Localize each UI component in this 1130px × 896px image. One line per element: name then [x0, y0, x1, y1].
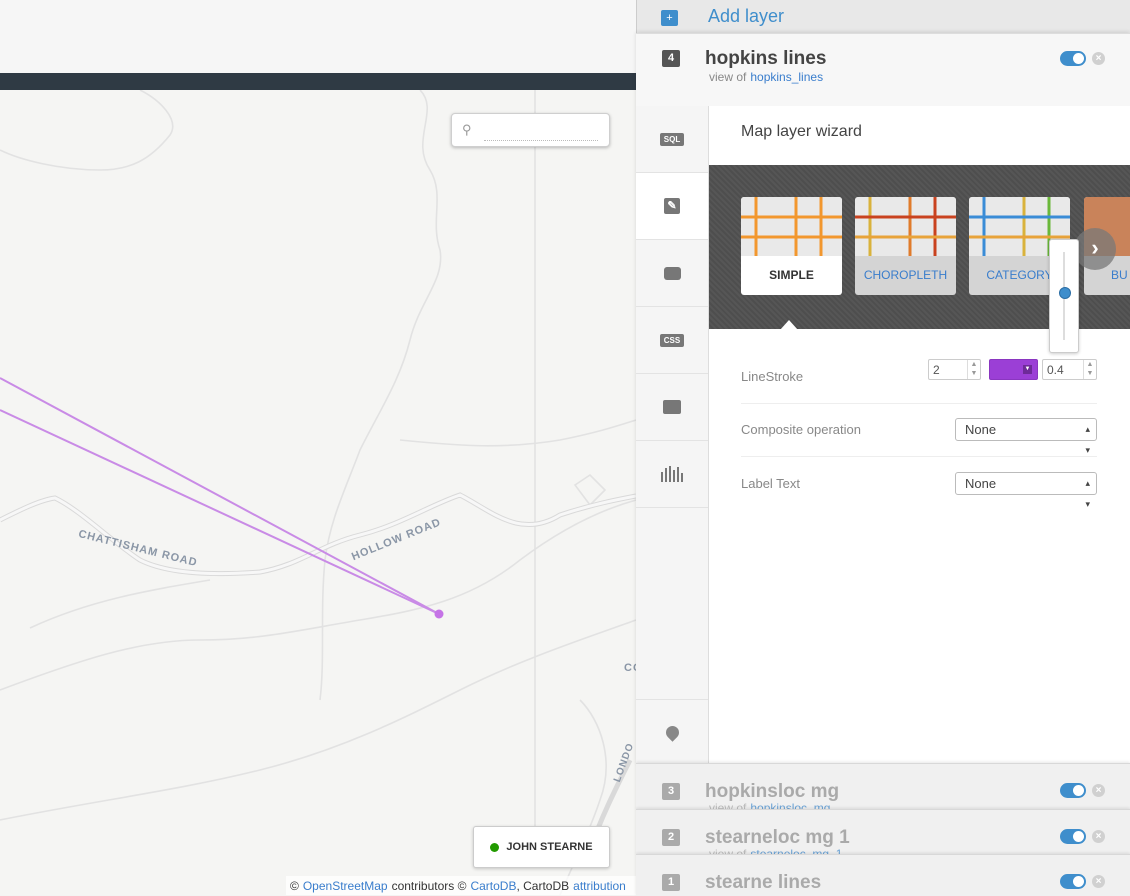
map-search-box[interactable]: ⚲ [451, 113, 610, 147]
map-legend: JOHN STEARNE [473, 826, 610, 868]
tool-add-annotation[interactable] [636, 699, 708, 764]
stroke-color-picker[interactable]: ▼ [989, 359, 1038, 380]
attribution-link[interactable]: attribution [573, 879, 626, 893]
attribution-cartodb-text: , CartoDB [516, 878, 570, 893]
choropleth-thumbnail [855, 197, 956, 256]
stroke-opacity-value: 0.4 [1047, 363, 1064, 377]
wizard-type-simple[interactable]: SIMPLE [741, 197, 842, 295]
route-line[interactable] [0, 377, 440, 615]
map-canvas[interactable]: CHATTISHAM ROAD HOLLOW ROAD LONDO CO [0, 90, 636, 895]
layer-card-1[interactable]: 1 stearne lines × [636, 854, 1130, 896]
layer-visibility-toggle[interactable] [1060, 783, 1086, 798]
remove-layer-icon[interactable]: × [1092, 784, 1105, 797]
plus-icon: + [661, 10, 678, 26]
search-icon: ⚲ [462, 122, 472, 137]
map-attribution: © OpenStreetMap contributors © CartoDB ,… [286, 876, 636, 895]
layer-visibility-toggle[interactable] [1060, 51, 1086, 66]
layer-visibility-toggle[interactable] [1060, 874, 1086, 889]
tool-css[interactable]: CSS [636, 307, 708, 374]
stroke-width-stepper[interactable]: 2 ▲ ▼ [928, 359, 981, 380]
composite-value: None [965, 422, 997, 437]
sql-icon: SQL [660, 132, 684, 146]
road-label-co: CO [624, 662, 636, 674]
add-layer-button[interactable]: + Add layer [636, 0, 1130, 33]
editor-header [0, 0, 636, 73]
layer-number: 3 [662, 783, 680, 800]
histogram-icon [661, 466, 683, 482]
select-arrows-icon: ▴ ▾ [1085, 478, 1090, 509]
search-input[interactable] [484, 122, 598, 141]
selected-type-pointer [780, 320, 798, 330]
composite-select[interactable]: None ▴ ▾ [955, 418, 1097, 455]
layer-tools-sidebar: SQL ✎ CSS [636, 106, 709, 764]
stepper-arrows-icon[interactable]: ▲ ▼ [1083, 360, 1096, 379]
wizard-type-label: SIMPLE [769, 268, 814, 282]
wizard-type-choropleth[interactable]: CHOROPLETH [855, 197, 956, 295]
remove-layer-icon[interactable]: × [1092, 875, 1105, 888]
select-arrows-icon: ▴ ▾ [1085, 424, 1090, 455]
wizard-type-label: CHOROPLETH [863, 268, 948, 282]
composite-label: Composite operation [741, 422, 861, 437]
simple-thumbnail [741, 197, 842, 256]
remove-layer-icon[interactable]: × [1092, 830, 1105, 843]
layer-number: 4 [662, 50, 680, 67]
openstreetmap-link[interactable]: OpenStreetMap [303, 879, 388, 893]
route-line[interactable] [0, 409, 440, 615]
label-text-value: None [965, 476, 997, 491]
chevron-down-icon: ▼ [1023, 365, 1032, 374]
stroke-width-value: 2 [933, 363, 940, 377]
slider-handle[interactable] [1059, 286, 1071, 299]
layer-title[interactable]: stearneloc mg 1 [705, 827, 850, 849]
css-icon: CSS [660, 333, 684, 347]
tool-filters[interactable] [636, 441, 708, 508]
layer-source: view of hopkins_lines [709, 70, 823, 84]
legend-swatch [490, 842, 500, 852]
tool-sql[interactable]: SQL [636, 106, 708, 173]
layer-card-3[interactable]: 3 hopkinsloc mg view of hopkinsloc_mg × [636, 763, 1130, 810]
label-text-label: Label Text [741, 476, 801, 491]
linestroke-label: LineStroke [741, 369, 804, 384]
layer-card-active: 4 hopkins lines view of hopkins_lines × S… [636, 33, 1130, 764]
legend-label: JOHN STEARNE [506, 841, 593, 853]
map-basemap [0, 90, 636, 895]
attribution-copyright: © [290, 878, 299, 893]
layer-header[interactable]: 4 hopkins lines view of hopkins_lines × [636, 34, 1130, 106]
layer-number: 2 [662, 829, 680, 846]
remove-layer-icon[interactable]: × [1092, 52, 1105, 65]
layer-visibility-toggle[interactable] [1060, 829, 1086, 844]
location-point[interactable] [434, 609, 444, 619]
opacity-slider[interactable] [1049, 239, 1079, 353]
legend-icon [663, 400, 681, 414]
speech-bubble-icon [663, 266, 681, 280]
layer-title[interactable]: stearne lines [705, 872, 821, 894]
paintbrush-icon: ✎ [664, 198, 680, 214]
table-link[interactable]: hopkins_lines [750, 70, 823, 84]
view-of-label: view of [709, 70, 747, 84]
label-text-row: Label Text None ▴ ▾ [741, 457, 1097, 510]
add-layer-label: Add layer [708, 6, 785, 26]
label-text-select[interactable]: None ▴ ▾ [955, 472, 1097, 509]
add-pin-icon [662, 722, 682, 742]
stroke-opacity-stepper[interactable]: 0.4 ▲ ▼ [1042, 359, 1097, 380]
layer-card-2[interactable]: 2 stearneloc mg 1 view of stearneloc_mg_1… [636, 809, 1130, 855]
attribution-contributors: contributors © [391, 878, 467, 893]
header-divider [0, 73, 636, 90]
tool-legend[interactable] [636, 374, 708, 441]
layer-title[interactable]: hopkins lines [705, 48, 826, 70]
chevron-right-icon[interactable]: › [1074, 228, 1116, 270]
tool-infowindow[interactable] [636, 240, 708, 307]
composite-row: Composite operation None ▴ ▾ [741, 403, 1097, 457]
layer-title[interactable]: hopkinsloc mg [705, 781, 839, 803]
layer-number: 1 [662, 874, 680, 891]
linestroke-row: LineStroke 2 ▲ ▼ ▼ 0.4 ▲ ▼ [741, 350, 1097, 404]
tool-wizard[interactable]: ✎ [636, 173, 708, 240]
stepper-arrows-icon[interactable]: ▲ ▼ [967, 360, 980, 379]
wizard-title: Map layer wizard [741, 123, 862, 140]
cartodb-link[interactable]: CartoDB [470, 879, 516, 893]
